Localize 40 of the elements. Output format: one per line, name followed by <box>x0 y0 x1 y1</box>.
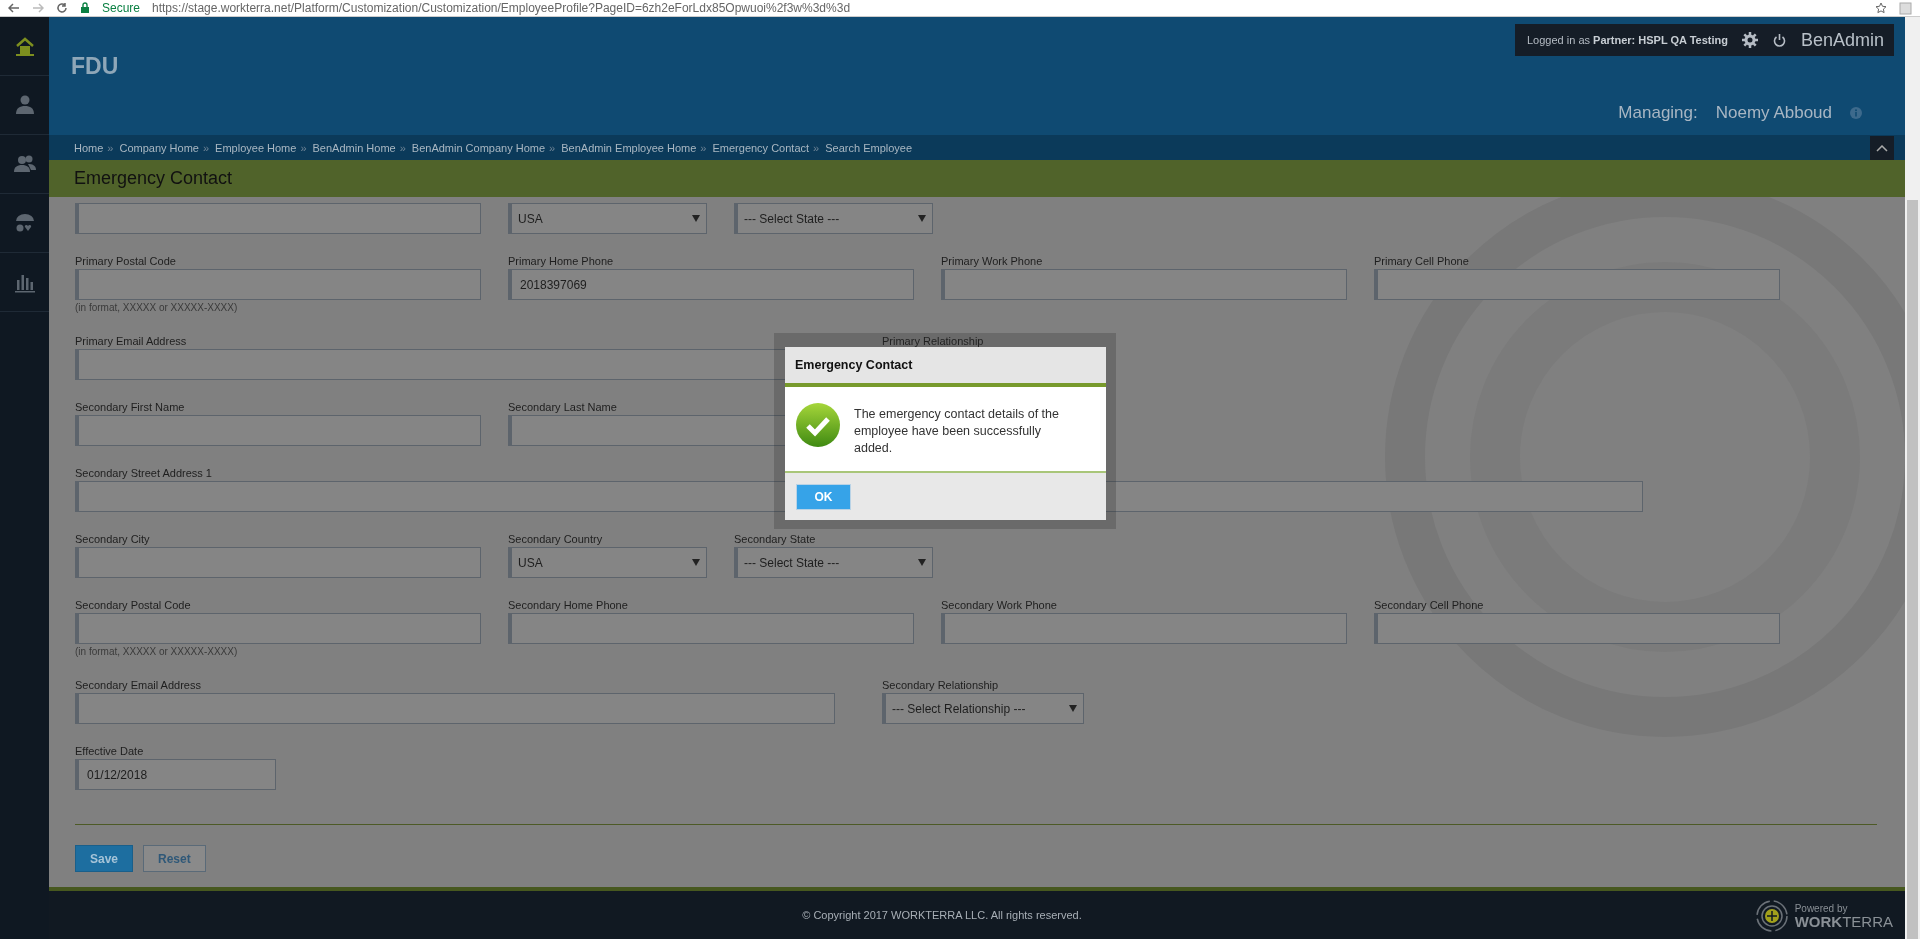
breadcrumb-separator: » <box>107 141 114 154</box>
user-name: BenAdmin <box>1800 29 1884 51</box>
field-label: Secondary State <box>734 532 816 546</box>
format-hint: (in format, XXXXX or XXXXX-XXXX) <box>75 646 239 658</box>
field-label: Effective Date <box>75 744 144 758</box>
field-label: Secondary First Name <box>75 400 185 414</box>
format-hint: (in format, XXXXX or XXXXX-XXXX) <box>75 302 239 314</box>
page-title: Emergency Contact <box>49 160 1905 197</box>
breadcrumb-separator: » <box>813 141 820 154</box>
field-label: Secondary City <box>75 532 150 546</box>
managing-label: Managing: <box>1618 103 1698 123</box>
field-label: Secondary Work Phone <box>941 598 1057 612</box>
copyright-text: © Copyright 2017 WORKTERRA LLC. All rights reserved. <box>802 909 1082 921</box>
field-label: Primary Relationship <box>882 334 984 348</box>
field-label: Secondary Country <box>508 532 603 546</box>
field-label: Primary Home Phone <box>508 254 614 268</box>
login-info: Logged in as Partner: HSPL QA Testing <box>1527 34 1728 46</box>
field-label: Primary Postal Code <box>75 254 176 268</box>
breadcrumb-separator: » <box>399 141 406 154</box>
dialog-message: The emergency contact details of the employee have been successfully added. <box>854 406 1060 457</box>
field-label: Secondary Relationship <box>882 678 999 692</box>
organization-name: FDU <box>71 53 119 80</box>
powered-by-text: Powered by <box>1794 902 1849 914</box>
field-label: Secondary Cell Phone <box>1374 598 1484 612</box>
dialog-title: Emergency Contact <box>785 347 1106 387</box>
field-label: Secondary Postal Code <box>75 598 191 612</box>
brand-name: WORKTERRA <box>1794 913 1893 930</box>
field-label: Secondary Home Phone <box>508 598 628 612</box>
security-label: Secure <box>102 1 141 15</box>
breadcrumb-separator: » <box>549 141 556 154</box>
breadcrumb-separator: » <box>300 141 307 154</box>
field-label: Secondary Email Address <box>75 678 201 692</box>
field-label: Primary Email Address <box>75 334 187 348</box>
field-label: Secondary Last Name <box>508 400 617 414</box>
field-label: Primary Work Phone <box>941 254 1043 268</box>
field-label: Primary Cell Phone <box>1374 254 1469 268</box>
breadcrumb-separator: » <box>700 141 707 154</box>
field-label: Secondary Street Address 1 <box>75 466 212 480</box>
breadcrumb-separator: » <box>202 141 210 154</box>
managed-employee-name: Noemy Abboud <box>1715 103 1832 123</box>
